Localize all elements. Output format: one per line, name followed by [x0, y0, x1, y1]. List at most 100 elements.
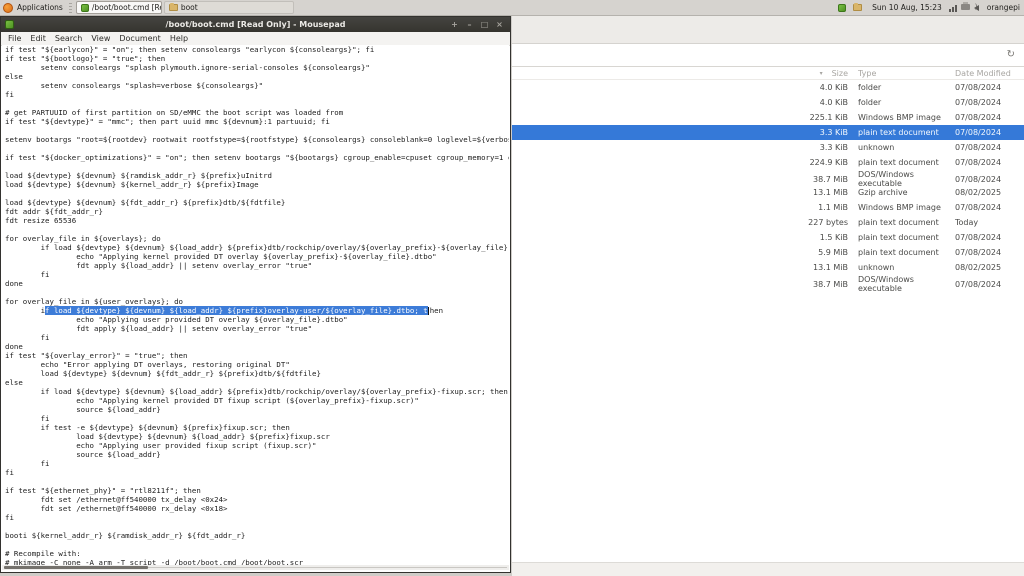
- printer-icon[interactable]: [961, 4, 970, 10]
- code-line: fdt apply ${load_addr} || setenv overlay…: [2, 324, 509, 333]
- code-line: fdt addr ${fdt_addr_r}: [2, 207, 509, 216]
- file-size: 4.0 KiB: [728, 98, 848, 107]
- scrollbar-thumb[interactable]: [4, 566, 148, 569]
- code-line: [2, 225, 509, 234]
- editor-text[interactable]: if test "${earlycon}" = "on"; then seten…: [2, 45, 509, 567]
- file-row[interactable]: 225.1 KiBWindows BMP image07/08/2024: [512, 110, 1024, 125]
- code-line: [2, 540, 509, 549]
- file-list-header: ▾ Size Type Date Modified: [512, 67, 1024, 80]
- column-header-date[interactable]: Date Modified: [955, 69, 1024, 78]
- column-header-type[interactable]: Type: [858, 69, 955, 78]
- menubar: File Edit Search View Document Help: [1, 32, 510, 46]
- file-row[interactable]: 4.0 KiBfolder07/08/2024: [512, 95, 1024, 110]
- file-size: 1.5 KiB: [728, 233, 848, 242]
- file-row[interactable]: 38.7 MiBDOS/Windows executable07/08/2024: [512, 275, 1024, 290]
- file-date: 07/08/2024: [955, 280, 1024, 289]
- code-line: [2, 189, 509, 198]
- code-line: if load ${devtype} ${devnum} ${load_addr…: [2, 387, 509, 396]
- file-type: DOS/Windows executable: [858, 170, 955, 188]
- code-line: load ${devtype} ${devnum} ${ramdisk_addr…: [2, 171, 509, 180]
- code-line: if test "${devtype}" = "mmc"; then part …: [2, 117, 509, 126]
- file-list: 4.0 KiBfolder07/08/20244.0 KiBfolder07/0…: [512, 80, 1024, 290]
- file-manager-location-bar[interactable]: ↻: [512, 44, 1024, 67]
- file-row[interactable]: 13.1 MiBunknown08/02/2025: [512, 260, 1024, 275]
- code-line: else: [2, 72, 509, 81]
- code-line: [2, 144, 509, 153]
- menu-view[interactable]: View: [91, 34, 110, 43]
- file-type: unknown: [858, 263, 955, 272]
- file-date: 08/02/2025: [955, 188, 1024, 197]
- file-type: Gzip archive: [858, 188, 955, 197]
- code-line: fi: [2, 513, 509, 522]
- file-row[interactable]: 4.0 KiBfolder07/08/2024: [512, 80, 1024, 95]
- file-row[interactable]: 5.9 MiBplain text document07/08/2024: [512, 245, 1024, 260]
- code-line: fi: [2, 414, 509, 423]
- code-line: fi: [2, 90, 509, 99]
- code-line: fdt set /ethernet@ff540000 rx_delay <0x1…: [2, 504, 509, 513]
- file-size: 13.1 MiB: [728, 263, 848, 272]
- menu-search[interactable]: Search: [55, 34, 82, 43]
- file-date: Today: [955, 218, 1024, 227]
- window-buttons: +–□ ×: [450, 17, 510, 32]
- code-line: source ${load_addr}: [2, 405, 509, 414]
- code-line: fi: [2, 459, 509, 468]
- file-type: Windows BMP image: [858, 113, 955, 122]
- file-type: folder: [858, 83, 955, 92]
- panel-tray: Sun 10 Aug, 15:23 orangepi: [838, 3, 1024, 12]
- window-title: /boot/boot.cmd [Read Only] - Mousepad: [1, 20, 510, 29]
- minimize-button[interactable]: –: [465, 17, 474, 32]
- refresh-icon[interactable]: ↻: [1007, 50, 1015, 60]
- file-row[interactable]: 3.3 KiBunknown07/08/2024: [512, 140, 1024, 155]
- taskbar-button-mousepad[interactable]: /boot/boot.cmd [Read O...: [76, 1, 162, 14]
- file-size: 5.9 MiB: [728, 248, 848, 257]
- code-line: if test -e ${devtype} ${devnum} ${prefix…: [2, 423, 509, 432]
- code-line: echo "Error applying DT overlays, restor…: [2, 360, 509, 369]
- taskbar-button-boot[interactable]: boot: [164, 1, 294, 14]
- file-row[interactable]: 38.7 MiBDOS/Windows executable07/08/2024: [512, 170, 1024, 185]
- user-name[interactable]: orangepi: [987, 3, 1020, 12]
- folder-tray-icon[interactable]: [853, 4, 862, 11]
- column-header-size[interactable]: ▾ Size: [728, 69, 848, 78]
- clock[interactable]: Sun 10 Aug, 15:23: [872, 3, 942, 12]
- horizontal-scrollbar[interactable]: [2, 565, 509, 570]
- code-line: if test "${earlycon}" = "on"; then seten…: [2, 45, 509, 54]
- file-type: plain text document: [858, 233, 955, 242]
- menu-document[interactable]: Document: [119, 34, 160, 43]
- code-line: if test "${overlay_error}" = "true"; the…: [2, 351, 509, 360]
- window-titlebar[interactable]: /boot/boot.cmd [Read Only] - Mousepad +–…: [1, 17, 510, 32]
- code-line: fi: [2, 333, 509, 342]
- mousepad-tray-icon[interactable]: [838, 4, 846, 12]
- code-line: [2, 288, 509, 297]
- code-line: load ${devtype} ${devnum} ${fdt_addr_r} …: [2, 369, 509, 378]
- code-line: setenv bootargs "root=${rootdev} rootwai…: [2, 135, 509, 144]
- file-row[interactable]: 227 bytesplain text documentToday: [512, 215, 1024, 230]
- menu-file[interactable]: File: [8, 34, 21, 43]
- file-type: plain text document: [858, 218, 955, 227]
- distro-logo-icon[interactable]: [3, 3, 13, 13]
- code-line: echo "Applying kernel provided DT fixup …: [2, 396, 509, 405]
- applications-menu[interactable]: Applications: [17, 3, 63, 12]
- code-line: source ${load_addr}: [2, 450, 509, 459]
- code-line: load ${devtype} ${devnum} ${load_addr} $…: [2, 432, 509, 441]
- menu-edit[interactable]: Edit: [30, 34, 46, 43]
- code-line: [2, 99, 509, 108]
- code-line: fdt resize 65536: [2, 216, 509, 225]
- code-line: # Recompile with:: [2, 549, 509, 558]
- keep-above-button[interactable]: +: [450, 17, 459, 32]
- close-button[interactable]: ×: [495, 17, 504, 32]
- menu-help[interactable]: Help: [170, 34, 188, 43]
- folder-icon: [169, 4, 178, 11]
- file-date: 07/08/2024: [955, 233, 1024, 242]
- file-row[interactable]: 224.9 KiBplain text document07/08/2024: [512, 155, 1024, 170]
- code-line: [2, 477, 509, 486]
- file-row[interactable]: 1.5 KiB plain text document07/08/2024: [512, 230, 1024, 245]
- code-line: if test "${bootlogo}" = "true"; then: [2, 54, 509, 63]
- network-signal-icon[interactable]: [949, 4, 957, 12]
- file-row[interactable]: 1.1 MiBWindows BMP image07/08/2024: [512, 200, 1024, 215]
- file-size: 224.9 KiB: [728, 158, 848, 167]
- volume-icon[interactable]: [974, 5, 979, 11]
- mousepad-icon: [81, 4, 89, 12]
- file-row[interactable]: 3.3 KiBplain text document07/08/2024: [512, 125, 1024, 140]
- maximize-button[interactable]: □: [480, 17, 489, 32]
- file-row[interactable]: 13.1 MiBGzip archive08/02/2025: [512, 185, 1024, 200]
